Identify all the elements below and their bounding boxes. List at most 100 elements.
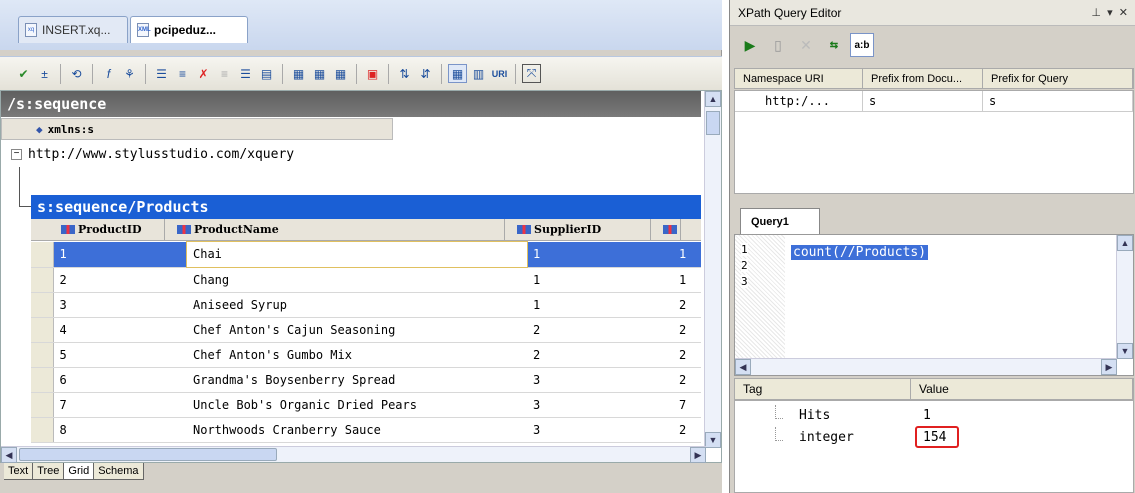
root-element-header[interactable]: /s:sequence — [1, 91, 701, 117]
result-row[interactable]: Hits 1 — [735, 405, 1135, 427]
cell-supplierid[interactable]: 1 — [527, 267, 673, 293]
cell-productid[interactable]: 3 — [53, 292, 187, 318]
cell-supplierid[interactable]: 3 — [527, 417, 673, 443]
validate-icon[interactable]: ✔ — [14, 64, 33, 83]
refresh-icon[interactable]: ⟲ — [67, 64, 86, 83]
result-row[interactable]: integer 154 — [735, 426, 1135, 449]
cell-overflow[interactable]: 2 — [673, 342, 701, 368]
cell-productname[interactable]: Chang — [187, 267, 527, 293]
cell-productname[interactable]: Uncle Bob's Organic Dried Pears — [187, 392, 527, 418]
horizontal-scrollbar[interactable]: ◀ ▶ — [1, 446, 706, 463]
cell-overflow[interactable]: 1 — [673, 267, 701, 293]
table-row[interactable]: 6 Grandma's Boysenberry Spread 3 2 — [31, 367, 701, 393]
cell-productname[interactable]: Chai — [186, 241, 528, 268]
sort-ascending-icon[interactable]: ⇅ — [395, 64, 414, 83]
cell-productid[interactable]: 1 — [53, 242, 187, 268]
column-header-productid[interactable]: ProductID — [31, 219, 165, 240]
column-header-value[interactable]: Value — [911, 379, 1133, 399]
query-editor[interactable]: 1 2 3 count(//Products) ▲ ▼ ◀ ▶ — [734, 234, 1134, 376]
scroll-up-icon[interactable]: ▲ — [1117, 235, 1133, 251]
cell-productid[interactable]: 2 — [53, 267, 187, 293]
editor-vertical-scrollbar[interactable]: ▲ ▼ — [1116, 235, 1133, 359]
table-row[interactable]: 3 Aniseed Syrup 1 2 — [31, 292, 701, 318]
scroll-up-icon[interactable]: ▲ — [705, 91, 721, 107]
row-header[interactable] — [31, 417, 54, 443]
row-header[interactable] — [31, 342, 54, 368]
attribute-value-row[interactable]: − http://www.stylusstudio.com/xquery — [1, 142, 393, 166]
query-text[interactable]: count(//Products) — [791, 245, 929, 260]
table-row[interactable]: 5 Chef Anton's Gumbo Mix 2 2 — [31, 342, 701, 368]
cell-supplierid[interactable]: 2 — [527, 317, 673, 343]
column-header-supplierid[interactable]: SupplierID — [505, 219, 651, 240]
table-row[interactable]: 1 Chai 1 1 — [31, 241, 701, 268]
insert-row-icon[interactable]: ☰ — [152, 64, 171, 83]
scroll-down-icon[interactable]: ▼ — [1117, 343, 1133, 359]
column-header-prefix-for-query[interactable]: Prefix for Query — [983, 69, 1133, 88]
scroll-thumb[interactable] — [706, 111, 720, 135]
namespace-prefix-button[interactable]: a:b — [850, 33, 874, 57]
function-icon[interactable]: f — [99, 64, 118, 83]
table-row[interactable]: 2 Chang 1 1 — [31, 267, 701, 293]
new-document-icon[interactable]: ▯ — [766, 33, 790, 57]
products-table-header[interactable]: s:sequence/Products — [31, 195, 701, 219]
column-header-productname[interactable]: ProductName — [165, 219, 505, 240]
tab-text[interactable]: Text — [4, 463, 34, 480]
row-header[interactable] — [31, 392, 54, 418]
play-icon[interactable]: ▶ — [738, 33, 762, 57]
cell-productname[interactable]: Grandma's Boysenberry Spread — [187, 367, 527, 393]
column-header-prefix-from-document[interactable]: Prefix from Docu... — [863, 69, 983, 88]
cell-overflow[interactable]: 2 — [673, 317, 701, 343]
append-column-icon[interactable]: ☰ — [236, 64, 255, 83]
attribute-column-header[interactable]: ◆ xmlns:s — [1, 118, 393, 140]
cell-productid[interactable]: 6 — [53, 367, 187, 393]
hierarchy-icon[interactable]: ⚘ — [120, 64, 139, 83]
query-prefix-cell[interactable]: s — [983, 91, 1133, 111]
cell-productname[interactable]: Chef Anton's Cajun Seasoning — [187, 317, 527, 343]
cell-productid[interactable]: 4 — [53, 317, 187, 343]
row-header[interactable] — [31, 267, 54, 293]
insert-column-icon[interactable]: ≡ — [215, 64, 234, 83]
delete-icon[interactable]: ✕ — [794, 33, 818, 57]
editor-horizontal-scrollbar[interactable]: ◀ ▶ — [735, 358, 1117, 375]
document-prefix-cell[interactable]: s — [863, 91, 983, 111]
column-header-namespace-uri[interactable]: Namespace URI — [735, 69, 863, 88]
collapse-icon[interactable]: − — [11, 148, 22, 160]
cell-productname[interactable]: Aniseed Syrup — [187, 292, 527, 318]
cell-productid[interactable]: 5 — [53, 342, 187, 368]
table-icon[interactable]: ▦ — [310, 64, 329, 83]
scroll-left-icon[interactable]: ◀ — [735, 359, 751, 375]
expand-icon[interactable]: ± — [35, 64, 54, 83]
cell-productname[interactable]: Northwoods Cranberry Sauce — [187, 417, 527, 443]
add-table-icon[interactable]: ▤ — [257, 64, 276, 83]
cell-overflow[interactable]: 2 — [673, 367, 701, 393]
dropdown-icon[interactable]: ▾ — [1107, 7, 1113, 19]
scroll-left-icon[interactable]: ◀ — [1, 447, 17, 463]
cell-supplierid[interactable]: 1 — [527, 242, 673, 268]
sort-descending-icon[interactable]: ⇵ — [416, 64, 435, 83]
cell-productname[interactable]: Chef Anton's Gumbo Mix — [187, 342, 527, 368]
cell-overflow[interactable]: 1 — [673, 242, 701, 268]
cell-supplierid[interactable]: 3 — [527, 392, 673, 418]
column-header-overflow[interactable] — [651, 219, 681, 240]
column-header-tag[interactable]: Tag — [735, 379, 911, 399]
pin-icon[interactable]: ⊥ — [1091, 7, 1101, 19]
table-icon[interactable]: ▦ — [331, 64, 350, 83]
scroll-right-icon[interactable]: ▶ — [1101, 359, 1117, 375]
fit-columns-icon[interactable]: ⤧ — [522, 64, 541, 83]
scroll-down-icon[interactable]: ▼ — [705, 432, 721, 448]
delete-table-icon[interactable]: ▣ — [363, 64, 382, 83]
namespace-uri-cell[interactable]: http:/... — [735, 91, 863, 111]
column-icon[interactable]: ▥ — [469, 64, 488, 83]
delete-row-icon[interactable]: ✗ — [194, 64, 213, 83]
table-row[interactable]: 7 Uncle Bob's Organic Dried Pears 3 7 — [31, 392, 701, 418]
namespace-row[interactable]: http:/... s s — [735, 91, 1133, 112]
xml-icon[interactable]: ⇆ — [822, 33, 846, 57]
close-icon[interactable]: ✕ — [1119, 7, 1128, 19]
tab-tree[interactable]: Tree — [33, 463, 65, 480]
scroll-thumb[interactable] — [19, 448, 277, 461]
append-row-icon[interactable]: ≡ — [173, 64, 192, 83]
tab-schema[interactable]: Schema — [94, 463, 144, 480]
row-header[interactable] — [31, 367, 54, 393]
row-header[interactable] — [31, 317, 54, 343]
table-row[interactable]: 8 Northwoods Cranberry Sauce 3 2 — [31, 417, 701, 443]
